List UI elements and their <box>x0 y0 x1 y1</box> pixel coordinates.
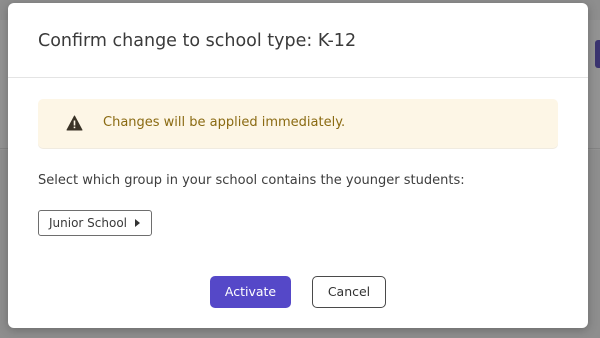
younger-group-dropdown[interactable]: Junior School <box>38 210 152 236</box>
alert-message: Changes will be applied immediately. <box>103 115 346 130</box>
warning-alert: Changes will be applied immediately. <box>38 99 558 148</box>
warning-icon <box>66 115 83 131</box>
dialog-title: Confirm change to school type: K-12 <box>38 31 357 51</box>
dropdown-selected-value: Junior School <box>49 216 128 230</box>
dialog-header: Confirm change to school type: K-12 <box>8 3 588 78</box>
background-accent-tab <box>595 40 600 68</box>
confirm-dialog: Confirm change to school type: K-12 Chan… <box>8 3 588 328</box>
activate-button[interactable]: Activate <box>210 276 291 308</box>
caret-right-icon <box>135 219 140 227</box>
cancel-button[interactable]: Cancel <box>312 276 386 308</box>
group-instruction: Select which group in your school contai… <box>38 173 465 188</box>
